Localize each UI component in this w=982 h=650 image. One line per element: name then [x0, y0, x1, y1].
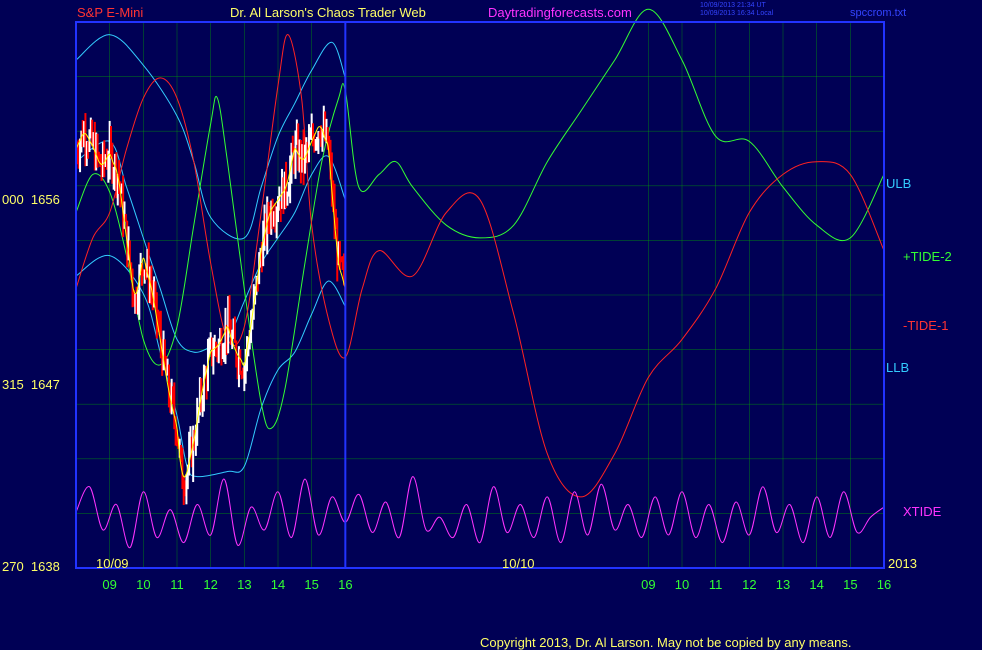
- x-tick-label-1: 10: [136, 577, 150, 592]
- x-tick-label-14: 15: [843, 577, 857, 592]
- date-label-1009: 10/09: [96, 556, 129, 571]
- label-ulb: ULB: [886, 176, 912, 191]
- xtide-line: [75, 476, 885, 549]
- xtide-line: [75, 476, 885, 549]
- series-tide2-line: [75, 8, 885, 430]
- x-tick-label-9: 10: [675, 577, 689, 592]
- tick-labels: 09 10 11 12 13 14 15 16 09 10 11 12 13 14 15 16: [102, 577, 891, 592]
- x-tick-label-15: 16: [877, 577, 891, 592]
- copyright-notice: Copyright 2013, Dr. Al Larson. May not b…: [480, 635, 852, 650]
- x-tick-label-13: 14: [809, 577, 823, 592]
- site-link[interactable]: Daytradingforecasts.com: [488, 6, 632, 20]
- timestamp-local: 10/09/2013 16:34 Local: [700, 10, 774, 17]
- y-tick-1656: 000 1656: [2, 192, 60, 207]
- x-tick-label-7: 16: [338, 577, 352, 592]
- x-tick-label-2: 11: [170, 577, 184, 592]
- label-llb: LLB: [886, 360, 910, 375]
- grid-lines: [76, 21, 885, 569]
- date-label-1010: 10/10: [502, 556, 535, 571]
- x-tick-label-8: 09: [641, 577, 655, 592]
- chart-canvas: 09 10 11 12 13 14 15 16 09 10 11 12 13 14 15 16: [75, 8, 891, 592]
- x-tick-label-5: 14: [271, 577, 285, 592]
- label-xtide: XTIDE: [903, 504, 942, 519]
- x-tick-label-12: 13: [776, 577, 790, 592]
- data-file-label: spccrom.txt: [850, 7, 907, 19]
- x-tick-label-10: 11: [709, 577, 723, 592]
- timestamp-ut: 10/09/2013 21:34 UT: [700, 2, 766, 9]
- y-tick-1647: 315 1647: [2, 377, 60, 392]
- x-tick-label-0: 09: [102, 577, 116, 592]
- x-tick-label-11: 12: [742, 577, 756, 592]
- date-label-year: 2013: [888, 556, 917, 571]
- x-tick-label-3: 12: [203, 577, 217, 592]
- y-tick-1638: 270 1638: [2, 559, 60, 574]
- label-tide-2: +TIDE-2: [903, 249, 952, 264]
- x-tick-label-6: 15: [304, 577, 318, 592]
- label-tide-1: -TIDE-1: [903, 318, 949, 333]
- symbol-label: S&P E-Mini: [77, 5, 144, 20]
- x-tick-label-4: 13: [237, 577, 251, 592]
- chart-title: Dr. Al Larson's Chaos Trader Web: [230, 5, 426, 20]
